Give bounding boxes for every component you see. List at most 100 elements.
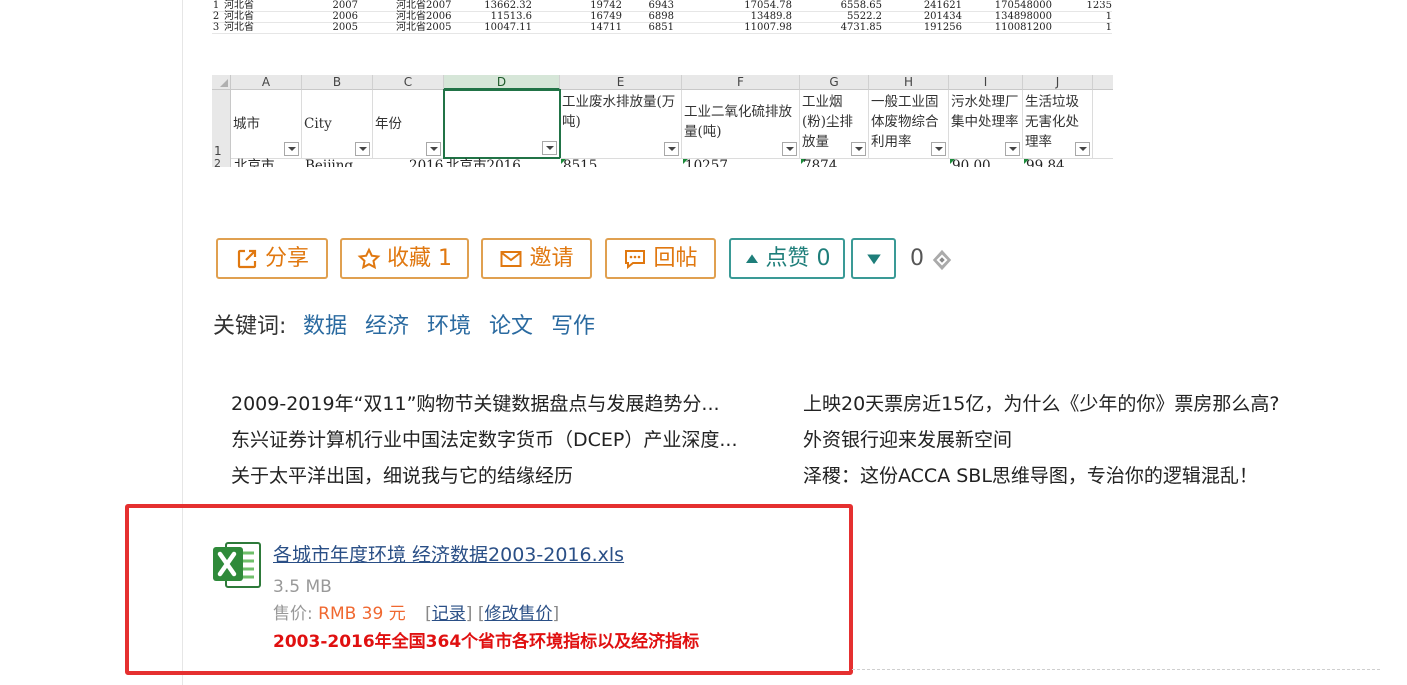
row-number: 3 bbox=[212, 22, 220, 33]
col-header-a: A bbox=[231, 75, 302, 90]
header-cell-city-en: City bbox=[302, 90, 373, 159]
header-text: City bbox=[304, 116, 332, 132]
edit-price-link[interactable]: 修改售价 bbox=[484, 604, 552, 624]
sheet-cell: 4731.85 bbox=[840, 22, 882, 33]
attachment-filename-link[interactable]: 各城市年度环境 经济数据2003-2016.xls bbox=[273, 542, 624, 568]
filter-dropdown-icon[interactable] bbox=[851, 142, 866, 156]
sheet-cell: 134898000 bbox=[994, 11, 1052, 22]
bracket-open: [ bbox=[425, 604, 432, 624]
header-cell-sewage: 污水处理厂集中处理率 bbox=[949, 90, 1023, 159]
score-count: 0 bbox=[910, 246, 924, 271]
header-cell-garbage: 生活垃圾无害化处理率 bbox=[1023, 90, 1093, 159]
row-number: 2 bbox=[212, 11, 220, 22]
header-text: 年份 bbox=[375, 116, 402, 132]
filter-dropdown-icon[interactable] bbox=[284, 142, 299, 156]
col-header-g: G bbox=[800, 75, 869, 90]
record-link[interactable]: 记录 bbox=[432, 604, 466, 624]
related-post-link[interactable]: 关于太平洋出国，细说我与它的结缘经历 bbox=[231, 463, 791, 489]
keyword-link[interactable]: 数据 bbox=[303, 312, 347, 342]
cell-dust: 7874 bbox=[803, 158, 838, 167]
header-text: 一般工业固体废物综合利用率 bbox=[871, 94, 939, 150]
sheet-cell: 16749 bbox=[590, 11, 622, 22]
sheet-cell: 2007 bbox=[332, 0, 358, 11]
sheet-cell: 1235 bbox=[1086, 1, 1112, 11]
col-header-c: C bbox=[373, 75, 444, 90]
cell-city-en: Beijing bbox=[305, 158, 354, 167]
sheet-cell: 6898 bbox=[648, 11, 674, 22]
mail-icon bbox=[500, 250, 522, 267]
sheet-cell: 1 bbox=[1105, 23, 1112, 33]
comment-icon bbox=[625, 249, 646, 269]
attachment-size: 3.5 MB bbox=[273, 577, 332, 597]
row-header-1: 1 bbox=[212, 90, 231, 159]
filter-dropdown-icon[interactable] bbox=[782, 142, 797, 156]
keyword-link[interactable]: 论文 bbox=[489, 312, 533, 342]
header-text: 污水处理厂集中处理率 bbox=[951, 94, 1019, 130]
price-label: 售价: bbox=[273, 604, 319, 624]
col-header-f: F bbox=[682, 75, 800, 90]
sheet-cell: 13662.32 bbox=[484, 0, 532, 11]
header-cell-year: 年份 bbox=[373, 90, 444, 159]
dislike-button[interactable] bbox=[851, 238, 896, 279]
invite-label: 邀请 bbox=[529, 246, 574, 271]
cell-city: 北京市 bbox=[234, 158, 275, 167]
header-cell-selected[interactable] bbox=[443, 89, 561, 159]
col-header-extra bbox=[1093, 75, 1113, 90]
bracket-close: ] bbox=[552, 604, 560, 624]
header-cell-solid-waste: 一般工业固体废物综合利用率 bbox=[869, 90, 949, 159]
share-button[interactable]: 分享 bbox=[216, 238, 328, 279]
excel-file-icon[interactable] bbox=[212, 541, 262, 589]
sheet-cell: 110081200 bbox=[994, 22, 1052, 33]
bracket-close: ] bbox=[465, 604, 473, 624]
sheet-cell: 河北省 bbox=[224, 11, 254, 22]
related-post-link[interactable]: 东兴证券计算机行业中国法定数字货币（DCEP）产业深度... bbox=[231, 427, 791, 453]
related-post-link[interactable]: 泽稷：这份ACCA SBL思维导图，专治你的逻辑混乱！ bbox=[803, 463, 1363, 489]
keyword-link[interactable]: 环境 bbox=[427, 312, 471, 342]
spreadsheet-preview-top: 1 河北省 2007 河北省2007 13662.32 19742 6943 17054.78… bbox=[212, 0, 1112, 36]
reply-button[interactable]: 回帖 bbox=[605, 238, 716, 279]
related-post-link[interactable]: 外资银行迎来发展新空间 bbox=[803, 427, 1363, 453]
sheet-cell: 2005 bbox=[332, 22, 358, 33]
cell-garbage: 99.84 bbox=[1026, 158, 1065, 167]
favorite-label: 收藏 1 bbox=[387, 246, 452, 271]
header-text: 工业废水排放量(万吨) bbox=[562, 94, 676, 130]
header-text: 工业烟(粉)尘排放量 bbox=[802, 94, 854, 150]
sheet-cell: 1 bbox=[1105, 12, 1112, 22]
header-cell-dust: 工业烟(粉)尘排放量 bbox=[800, 90, 869, 159]
sheet-cell: 河北省2006 bbox=[396, 11, 452, 22]
header-text: 城市 bbox=[233, 116, 260, 132]
attachment-price-row: 售价: RMB 39 元 [记录] [修改售价] bbox=[273, 602, 559, 626]
filter-dropdown-icon[interactable] bbox=[931, 142, 946, 156]
header-text: 工业二氧化硫排放量(吨) bbox=[684, 104, 792, 140]
header-text: 生活垃圾无害化处理率 bbox=[1025, 94, 1079, 150]
share-icon bbox=[237, 249, 257, 268]
favorite-button[interactable]: 收藏 1 bbox=[340, 238, 469, 279]
like-button[interactable]: 点赞 0 bbox=[729, 238, 845, 279]
filter-dropdown-icon[interactable] bbox=[542, 141, 557, 155]
keyword-link[interactable]: 写作 bbox=[551, 312, 595, 342]
price-value: RMB 39 元 bbox=[318, 604, 406, 624]
keyword-link[interactable]: 经济 bbox=[365, 312, 409, 342]
sheet-cell: 10047.11 bbox=[484, 22, 532, 33]
filter-dropdown-icon[interactable] bbox=[355, 142, 370, 156]
star-icon bbox=[357, 246, 381, 269]
related-post-link[interactable]: 2009-2019年“双11”购物节关键数据盘点与发展趋势分... bbox=[231, 391, 791, 417]
triangle-down-icon bbox=[866, 254, 881, 264]
filter-dropdown-icon[interactable] bbox=[664, 142, 679, 156]
sheet-corner bbox=[212, 75, 231, 90]
cell-sewage: 90.00 bbox=[952, 158, 991, 167]
col-header-e: E bbox=[560, 75, 682, 90]
sheet-cell: 6943 bbox=[648, 0, 674, 11]
filter-dropdown-icon[interactable] bbox=[1075, 142, 1090, 156]
sheet-cell: 19742 bbox=[590, 0, 622, 11]
sheet-cell: 6558.65 bbox=[840, 0, 882, 11]
related-post-link[interactable]: 上映20天票房近15亿，为什么《少年的你》票房那么高? bbox=[803, 391, 1363, 417]
header-cell-wastewater: 工业废水排放量(万吨) bbox=[560, 90, 682, 159]
dashed-divider bbox=[852, 669, 1380, 670]
invite-button[interactable]: 邀请 bbox=[481, 238, 592, 279]
sheet-cell: 6851 bbox=[648, 22, 674, 33]
filter-dropdown-icon[interactable] bbox=[426, 142, 441, 156]
filter-dropdown-icon[interactable] bbox=[1005, 142, 1020, 156]
sheet-cell: 14711 bbox=[590, 22, 622, 33]
header-cell-empty bbox=[1093, 90, 1113, 159]
